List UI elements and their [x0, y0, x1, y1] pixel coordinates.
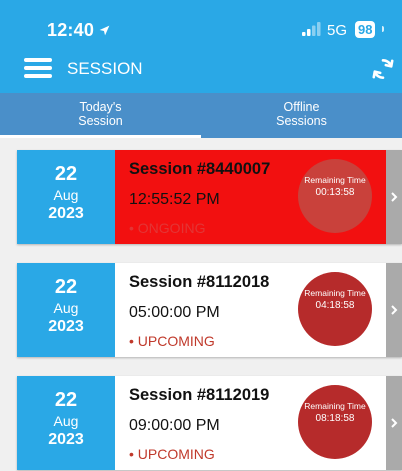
network-label: 5G	[327, 22, 348, 39]
session-card[interactable]: 22 Aug 2023 Session #8112019 09:00:00 PM…	[17, 376, 402, 470]
tab-label-line2: Session	[78, 114, 123, 128]
open-session-button[interactable]	[386, 150, 402, 244]
sync-icon[interactable]	[370, 56, 396, 82]
date-month: Aug	[53, 300, 79, 316]
tab-bar: Today's Session Offline Sessions	[0, 93, 402, 138]
status-time: 12:40	[47, 20, 111, 41]
session-info: Session #8112019 09:00:00 PM • UPCOMING …	[115, 376, 386, 470]
date-year: 2023	[48, 431, 84, 448]
remaining-label: Remaining Time	[304, 288, 366, 298]
remaining-value: 04:18:58	[315, 300, 355, 311]
date-month: Aug	[53, 187, 79, 203]
battery-tip	[382, 26, 384, 32]
remaining-value: 08:18:58	[315, 413, 355, 424]
tab-label-line1: Offline	[283, 100, 320, 114]
location-arrow-icon	[99, 25, 110, 36]
date-year: 2023	[48, 318, 84, 335]
session-date: 22 Aug 2023	[17, 263, 115, 357]
date-day: 22	[54, 163, 78, 185]
hamburger-menu-icon[interactable]	[24, 56, 52, 80]
status-bar: 12:40 5G 98	[0, 0, 402, 48]
toolbar: SESSION	[0, 52, 402, 88]
open-session-button[interactable]	[386, 376, 402, 470]
chevron-right-icon	[391, 192, 398, 202]
chevron-right-icon	[391, 418, 398, 428]
session-date: 22 Aug 2023	[17, 376, 115, 470]
status-time-text: 12:40	[47, 20, 95, 40]
date-day: 22	[54, 389, 78, 411]
app-header: 12:40 5G 98 SESSION	[0, 0, 402, 93]
session-info: Session #8440007 12:55:52 PM • ONGOING R…	[115, 150, 386, 244]
tab-offline-sessions[interactable]: Offline Sessions	[201, 93, 402, 138]
tab-label-line2: Sessions	[276, 114, 327, 128]
remaining-label: Remaining Time	[304, 175, 366, 185]
date-day: 22	[54, 276, 78, 298]
session-info: Session #8112018 05:00:00 PM • UPCOMING …	[115, 263, 386, 357]
signal-bars-icon	[302, 22, 321, 36]
session-date: 22 Aug 2023	[17, 150, 115, 244]
date-year: 2023	[48, 205, 84, 222]
tab-label-line1: Today's	[79, 100, 122, 114]
battery-indicator: 98	[355, 21, 376, 38]
session-card[interactable]: 22 Aug 2023 Session #8440007 12:55:52 PM…	[17, 150, 402, 244]
session-card[interactable]: 22 Aug 2023 Session #8112018 05:00:00 PM…	[17, 263, 402, 357]
chevron-right-icon	[391, 305, 398, 315]
open-session-button[interactable]	[386, 263, 402, 357]
remaining-value: 00:13:58	[315, 187, 355, 198]
remaining-time-badge: Remaining Time 04:18:58	[298, 272, 372, 346]
date-month: Aug	[53, 413, 79, 429]
remaining-time-badge: Remaining Time 00:13:58	[298, 159, 372, 233]
remaining-time-badge: Remaining Time 08:18:58	[298, 385, 372, 459]
remaining-label: Remaining Time	[304, 401, 366, 411]
tab-todays-session[interactable]: Today's Session	[0, 93, 201, 138]
page-title: SESSION	[67, 59, 143, 78]
